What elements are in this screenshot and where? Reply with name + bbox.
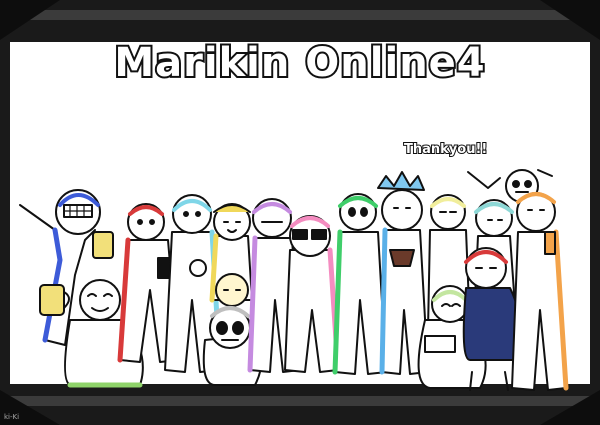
corner-wedge-br (540, 390, 600, 425)
mug-icon (39, 284, 70, 316)
crown-icon (377, 171, 425, 191)
frame: Marikin Online4 Thankyou!! ki-Ki (0, 0, 600, 425)
orange-character-icon (511, 192, 569, 391)
mug-2-icon (92, 231, 114, 259)
page-title: Marikin Online4 (112, 38, 486, 88)
sunglasses-icon (292, 229, 308, 240)
pink-character-icon (284, 215, 341, 373)
corner-wedge-tr (540, 0, 600, 40)
corner-wedge-tl (0, 0, 60, 40)
green-character-2-icon (332, 193, 387, 375)
watermelon-icon (389, 249, 415, 267)
cream-character-icon (215, 273, 249, 307)
page-subtitle: Thankyou!! (403, 141, 488, 158)
artist-signature: ki-Ki (4, 413, 20, 421)
